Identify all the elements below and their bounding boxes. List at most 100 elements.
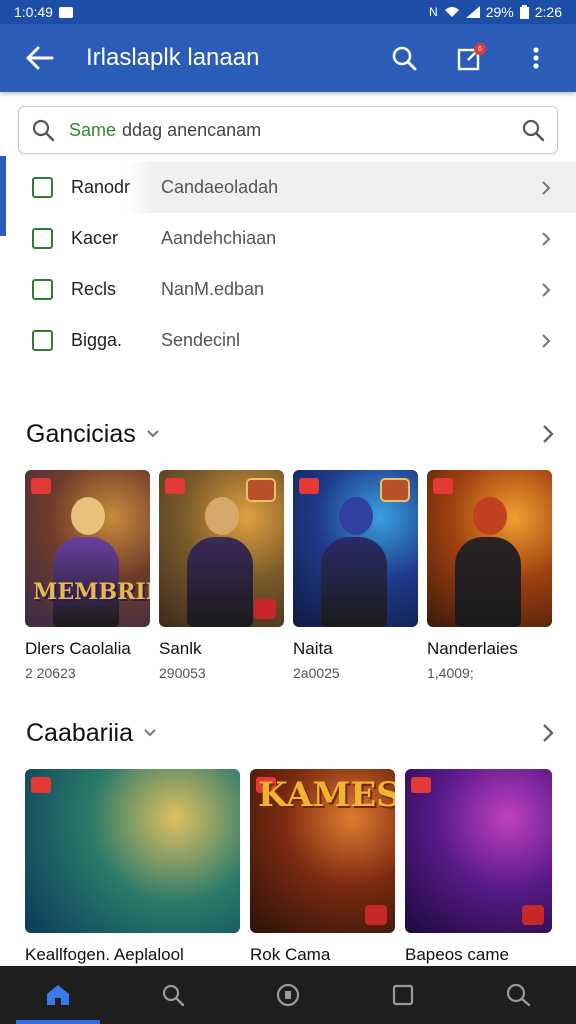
chat-search-icon (507, 983, 531, 1007)
game-title: Rok Cama (250, 945, 331, 964)
chevron-down-icon[interactable] (146, 429, 160, 439)
filter-checkbox[interactable] (32, 228, 53, 249)
character-body (186, 537, 253, 627)
search-bar[interactable]: Same ddag anencanam (18, 106, 558, 154)
filter-row[interactable]: Recls NanM.edban (0, 264, 576, 315)
game-card[interactable]: Sanlk 290053 (159, 470, 284, 681)
back-button[interactable] (18, 36, 62, 80)
bookmark-badge-icon (31, 478, 51, 494)
filter-name: Bigga. (71, 330, 123, 350)
character-illustration (186, 497, 257, 627)
filter-checkbox[interactable] (32, 330, 53, 351)
filter-checkbox[interactable] (32, 177, 53, 198)
filter-value: Sendecinl (161, 330, 241, 350)
nav-library[interactable] (373, 966, 433, 1024)
chevron-right-icon[interactable] (542, 723, 554, 743)
section-title: Caabariia (26, 718, 134, 747)
status-clock: 2:26 (534, 4, 562, 20)
search-icon (32, 119, 55, 142)
filter-row[interactable]: Ranodr Candaeoladah (0, 156, 576, 236)
filter-checkbox[interactable] (32, 279, 53, 300)
game-card[interactable]: Bapeos came (405, 769, 552, 965)
character-illustration (454, 497, 525, 627)
home-icon (46, 985, 69, 1005)
nfc-icon: N (429, 5, 438, 19)
game-card[interactable]: KAMES Rok Cama (250, 769, 395, 965)
filter-row[interactable]: Kacer Aandehchiaan (0, 213, 576, 264)
nav-search[interactable] (143, 966, 203, 1024)
game-thumbnail[interactable]: MEMBRIIS (25, 470, 150, 627)
section-header[interactable]: Caabariia (0, 713, 576, 753)
game-card-row: Keallfogen. Aeplalool KAMES Rok Cama Bapeos… (0, 769, 576, 965)
chevron-right-icon[interactable] (542, 424, 554, 444)
battery-icon (519, 5, 529, 19)
game-logo: MEMBRIIS (33, 579, 150, 605)
nav-home[interactable] (15, 966, 100, 1024)
status-time: 1:0:49 (14, 4, 53, 20)
chevron-right-icon (536, 178, 556, 198)
game-thumbnail[interactable] (293, 470, 418, 627)
chevron-right-icon (536, 280, 556, 300)
battery-percent: 29% (485, 4, 514, 20)
character-head (70, 497, 105, 535)
filter-name: Kacer (71, 228, 119, 248)
bookmark-badge-icon (31, 777, 51, 793)
search-input[interactable]: ddag anencanam (122, 120, 521, 141)
filter-value: Candaeoladah (161, 177, 279, 197)
game-title: Sanlk (159, 639, 202, 658)
rating-badge-icon (380, 478, 410, 502)
search-icon (162, 984, 184, 1007)
share-button[interactable]: 6 (450, 38, 490, 78)
game-card-row: MEMBRIIS Dlers Caolalia 2 20623 Sanlk 290053… (0, 470, 576, 681)
game-thumbnail[interactable]: KAMES (250, 769, 395, 933)
nav-explore[interactable] (258, 966, 318, 1024)
filter-list: Ranodr Candaeoladah Kacer Aandehchiaan R… (0, 156, 576, 366)
filter-value: NanM.edban (161, 279, 265, 299)
square-icon (393, 984, 414, 1006)
filter-row[interactable]: Bigga. Sendecinl (0, 315, 576, 366)
search-scope-chip[interactable]: Same (69, 120, 116, 141)
game-card[interactable]: Keallfogen. Aeplalool (25, 769, 240, 965)
character-illustration (52, 497, 123, 627)
game-title: Naita (293, 639, 333, 658)
bottom-navigation (0, 966, 576, 1024)
game-thumbnail[interactable] (159, 470, 284, 627)
bookmark-badge-icon (165, 478, 185, 494)
section-header[interactable]: Gancicias (0, 414, 576, 454)
award-badge-icon (522, 905, 544, 925)
filter-name: Ranodr (71, 177, 131, 197)
filter-name: Recls (71, 279, 117, 299)
game-downloads: 2 20623 (25, 665, 76, 681)
nav-messages[interactable] (488, 966, 548, 1024)
game-thumbnail[interactable] (25, 769, 240, 933)
game-logo: KAMES (258, 775, 395, 815)
game-thumbnail[interactable] (427, 470, 552, 627)
section-title: Gancicias (26, 419, 136, 448)
character-body (320, 537, 387, 627)
chevron-down-icon[interactable] (143, 728, 157, 738)
game-downloads: 2a0025 (293, 665, 340, 681)
character-illustration (320, 497, 391, 627)
arrow-left-icon (26, 46, 54, 70)
search-submit-icon[interactable] (521, 118, 545, 142)
game-downloads: 1,4009; (427, 665, 474, 681)
chevron-right-icon (536, 229, 556, 249)
rating-badge-icon (246, 478, 276, 502)
search-button[interactable] (384, 38, 424, 78)
character-head (472, 497, 507, 535)
more-vert-icon (533, 47, 539, 69)
bookmark-badge-icon (411, 777, 431, 793)
game-card[interactable]: Naita 2a0025 (293, 470, 418, 681)
game-title: Dlers Caolalia (25, 639, 131, 658)
character-head (204, 497, 239, 535)
game-thumbnail[interactable] (405, 769, 552, 933)
more-options-button[interactable] (516, 38, 556, 78)
game-card[interactable]: MEMBRIIS Dlers Caolalia 2 20623 (25, 470, 150, 681)
wifi-icon (444, 7, 459, 17)
game-card[interactable]: Nanderlaies 1,4009; (427, 470, 552, 681)
game-downloads: 290053 (159, 665, 206, 681)
bookmark-badge-icon (433, 478, 453, 494)
search-icon (392, 46, 417, 71)
bookmark-badge-icon (299, 478, 319, 494)
game-title: Bapeos came (405, 945, 509, 964)
